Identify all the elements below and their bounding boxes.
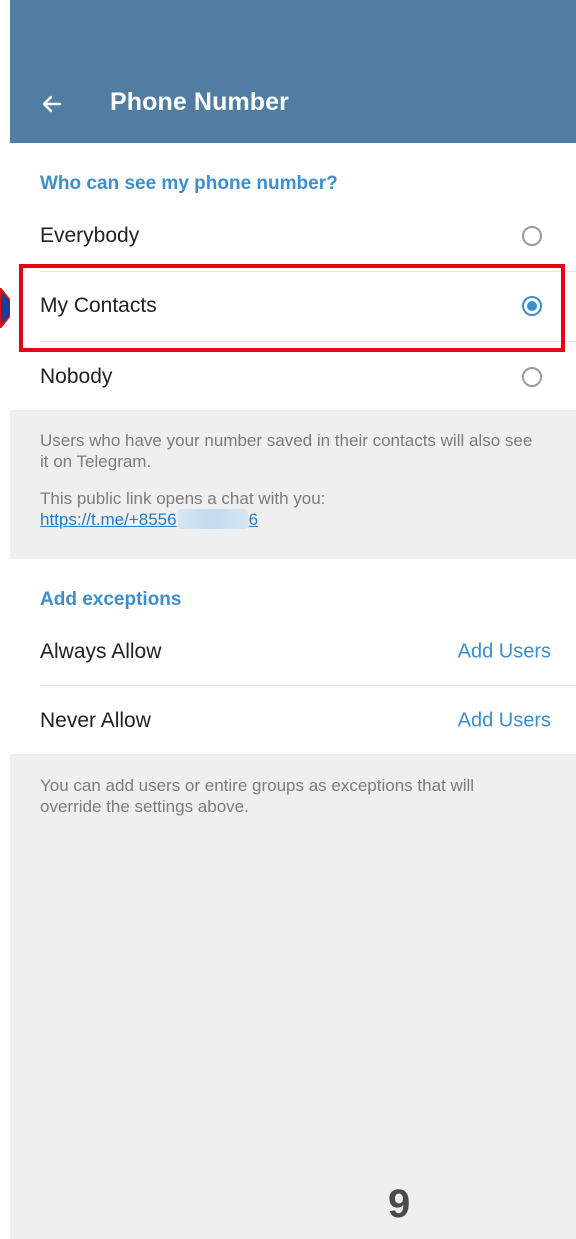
phone-screen: Phone Number Who can see my phone number… — [10, 0, 576, 1239]
page-title: Phone Number — [110, 88, 289, 116]
public-link-info: This public link opens a chat with you: … — [40, 488, 540, 530]
always-allow-add-users-button[interactable]: Add Users — [458, 641, 551, 664]
option-everybody-label: Everybody — [40, 224, 140, 247]
exceptions-section-header: Add exceptions — [40, 589, 182, 610]
privacy-section-header: Who can see my phone number? — [40, 173, 338, 194]
never-allow-row[interactable]: Never Allow Add Users — [10, 686, 576, 756]
public-link-suffix: 6 — [248, 510, 259, 529]
radio-everybody[interactable] — [522, 226, 542, 246]
page-number: 9 — [388, 1182, 411, 1226]
always-allow-row[interactable]: Always Allow Add Users — [10, 617, 576, 687]
back-button[interactable] — [32, 82, 72, 126]
option-my-contacts-label: My Contacts — [40, 294, 157, 317]
never-allow-label: Never Allow — [40, 709, 151, 732]
option-nobody[interactable]: Nobody — [10, 342, 576, 412]
never-allow-add-users-button[interactable]: Add Users — [458, 710, 551, 733]
radio-nobody[interactable] — [522, 367, 542, 387]
public-link-caption: This public link opens a chat with you: — [40, 489, 326, 508]
option-everybody[interactable]: Everybody — [10, 201, 576, 271]
option-nobody-label: Nobody — [40, 365, 113, 388]
exceptions-section: Add exceptions Always Allow Add Users Ne… — [10, 559, 576, 754]
radio-my-contacts[interactable] — [522, 296, 542, 316]
arrow-left-icon — [42, 95, 62, 113]
public-link-prefix: https://t.me/+8556 — [40, 510, 177, 529]
always-allow-label: Always Allow — [40, 640, 162, 663]
app-bar: Phone Number — [10, 0, 576, 143]
privacy-info-text: Users who have your number saved in thei… — [40, 431, 533, 471]
public-link[interactable]: https://t.me/+8556 6 — [40, 509, 259, 529]
exceptions-info-text: You can add users or entire groups as ex… — [40, 776, 475, 816]
redacted-number — [177, 509, 248, 529]
option-my-contacts[interactable]: My Contacts — [10, 271, 576, 341]
privacy-section: Who can see my phone number? Everybody M… — [10, 143, 576, 410]
